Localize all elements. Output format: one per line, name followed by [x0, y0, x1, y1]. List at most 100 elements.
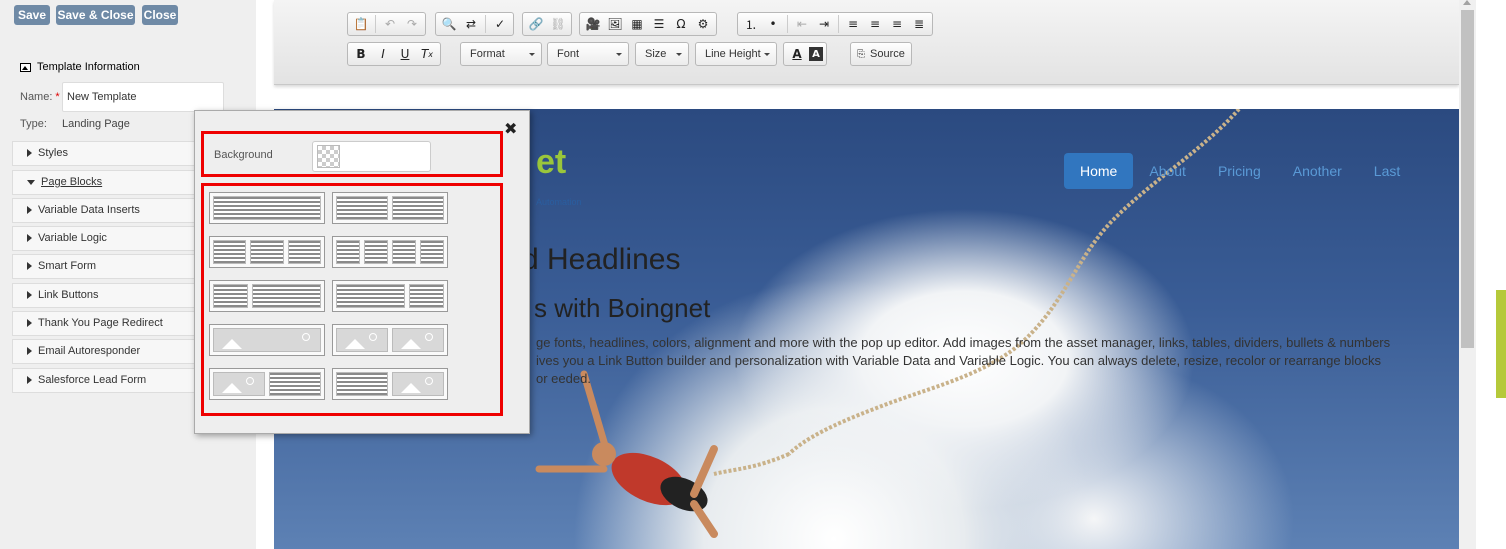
spellcheck-icon[interactable]: ✓ [490, 14, 510, 34]
block-full-image[interactable] [209, 324, 325, 356]
format-select[interactable]: Format [460, 42, 542, 66]
logo: et [536, 143, 567, 181]
type-value: Landing Page [62, 118, 130, 130]
toolbar-group-colors: A A [783, 42, 827, 66]
toolbar-separator [787, 15, 788, 33]
background-section: Background [201, 131, 503, 177]
justify-icon[interactable]: ≣ [909, 14, 929, 34]
transparent-swatch-icon[interactable] [317, 145, 340, 168]
accordion-variable-data-inserts[interactable]: Variable Data Inserts [12, 198, 194, 223]
indent-icon[interactable]: ⇥ [814, 14, 834, 34]
logo-tagline: Automation [536, 197, 582, 207]
accordion-label: Styles [38, 147, 68, 159]
redo-icon[interactable]: ↷ [402, 14, 422, 34]
editor-toolbar: 📋 ↶ ↷ 🔍 ⇄ ✓ 🔗 ⛓ 🎥 🖼 ▦ ☰ Ω ⚙ ⒈ • ⇤ ⇥ ≡ ≡ … [274, 0, 1459, 85]
scroll-up-arrow-icon[interactable] [1463, 0, 1471, 5]
toolbar-group-links: 🔗 ⛓ [522, 12, 572, 36]
toolbar-group-insert: 🎥 🖼 ▦ ☰ Ω ⚙ [579, 12, 717, 36]
site-nav: Home About Pricing Another Last [1064, 153, 1416, 189]
align-center-icon[interactable]: ≡ [865, 14, 885, 34]
accordion-email-autoresponder[interactable]: Email Autoresponder [12, 339, 194, 364]
source-icon: ⎘ [857, 48, 865, 60]
image-placeholder-icon [336, 328, 388, 352]
image-icon[interactable]: 🖼 [605, 14, 625, 34]
block-two-columns[interactable] [332, 192, 448, 224]
nav-home[interactable]: Home [1064, 153, 1134, 189]
caret-right-icon [27, 376, 32, 385]
accordion-label: Salesforce Lead Form [38, 374, 147, 386]
accordion-link-buttons[interactable]: Link Buttons [12, 283, 194, 308]
video-icon[interactable]: 🎥 [583, 14, 603, 34]
size-select[interactable]: Size [635, 42, 689, 66]
accordion-label: Email Autoresponder [38, 345, 141, 357]
table-icon[interactable]: ▦ [627, 14, 647, 34]
bullet-list-icon[interactable]: • [763, 14, 783, 34]
accordion-thank-you-page-redirect[interactable]: Thank You Page Redirect [12, 311, 194, 336]
body-paragraph[interactable]: ge fonts, headlines, colors, alignment a… [536, 334, 1396, 388]
caret-right-icon [27, 262, 32, 271]
accordion-variable-logic[interactable]: Variable Logic [12, 226, 194, 251]
remove-format-icon[interactable]: Tx [417, 44, 437, 64]
block-wide-narrow[interactable] [332, 280, 448, 312]
subheadline[interactable]: s with Boingnet [534, 293, 710, 324]
toolbar-separator [485, 15, 486, 33]
template-name-input[interactable] [62, 82, 224, 112]
undo-icon[interactable]: ↶ [380, 14, 400, 34]
link-icon[interactable]: 🔗 [526, 14, 546, 34]
nav-pricing[interactable]: Pricing [1202, 153, 1277, 189]
close-button[interactable]: Close [142, 5, 178, 25]
find-icon[interactable]: 🔍 [439, 14, 459, 34]
nav-last[interactable]: Last [1358, 153, 1416, 189]
replace-icon[interactable]: ⇄ [461, 14, 481, 34]
page-blocks-popup: ✖ Background [194, 110, 530, 434]
background-color-picker[interactable] [312, 141, 431, 172]
special-char-icon[interactable]: Ω [671, 14, 691, 34]
settings-icon[interactable]: ⚙ [693, 14, 713, 34]
align-right-icon[interactable]: ≡ [887, 14, 907, 34]
block-one-column[interactable] [209, 192, 325, 224]
accordion-styles[interactable]: Styles [12, 141, 194, 166]
paste-icon[interactable]: 📋 [351, 14, 371, 34]
accordion-smart-form[interactable]: Smart Form [12, 254, 194, 279]
toolbar-group-paragraph: ⒈ • ⇤ ⇥ ≡ ≡ ≡ ≣ [737, 12, 933, 36]
save-button[interactable]: Save [14, 5, 50, 25]
background-color-icon[interactable]: A [809, 47, 823, 61]
horizontal-rule-icon[interactable]: ☰ [649, 14, 669, 34]
accordion-salesforce-lead-form[interactable]: Salesforce Lead Form [12, 368, 194, 393]
unlink-icon[interactable]: ⛓ [548, 14, 568, 34]
toolbar-separator [838, 15, 839, 33]
font-select[interactable]: Font [547, 42, 629, 66]
scrollbar-thumb[interactable] [1461, 10, 1474, 348]
outdent-icon[interactable]: ⇤ [792, 14, 812, 34]
accordion-label: Thank You Page Redirect [38, 317, 163, 329]
close-icon[interactable]: ✖ [504, 121, 517, 137]
side-feedback-tab[interactable] [1496, 290, 1506, 398]
text-color-icon[interactable]: A [787, 44, 807, 64]
block-two-images-with-text[interactable] [332, 324, 448, 356]
line-height-select[interactable]: Line Height [695, 42, 777, 66]
source-label: Source [870, 48, 905, 60]
block-image-left-text-right[interactable] [209, 368, 325, 400]
nav-another[interactable]: Another [1277, 153, 1358, 189]
align-left-icon[interactable]: ≡ [843, 14, 863, 34]
toolbar-group-basicstyles: B I U Tx [347, 42, 441, 66]
save-close-button[interactable]: Save & Close [56, 5, 135, 25]
block-narrow-wide[interactable] [209, 280, 325, 312]
block-three-columns[interactable] [209, 236, 325, 268]
caret-right-icon [27, 291, 32, 300]
source-button[interactable]: ⎘ Source [850, 42, 912, 66]
layout-blocks-section [201, 183, 503, 416]
headline[interactable]: d Headlines [522, 243, 680, 277]
accordion-label: Variable Data Inserts [38, 204, 140, 216]
italic-icon[interactable]: I [373, 44, 393, 64]
numbered-list-icon[interactable]: ⒈ [741, 14, 761, 34]
underline-icon[interactable]: U [395, 44, 415, 64]
bold-icon[interactable]: B [351, 44, 371, 64]
accordion-label: Smart Form [38, 260, 97, 272]
block-four-columns[interactable] [332, 236, 448, 268]
block-text-left-image-right[interactable] [332, 368, 448, 400]
accordion-label: Link Buttons [38, 289, 99, 301]
accordion-label: Page Blocks [41, 176, 103, 188]
nav-about[interactable]: About [1133, 153, 1202, 189]
accordion-page-blocks[interactable]: Page Blocks [12, 170, 194, 195]
